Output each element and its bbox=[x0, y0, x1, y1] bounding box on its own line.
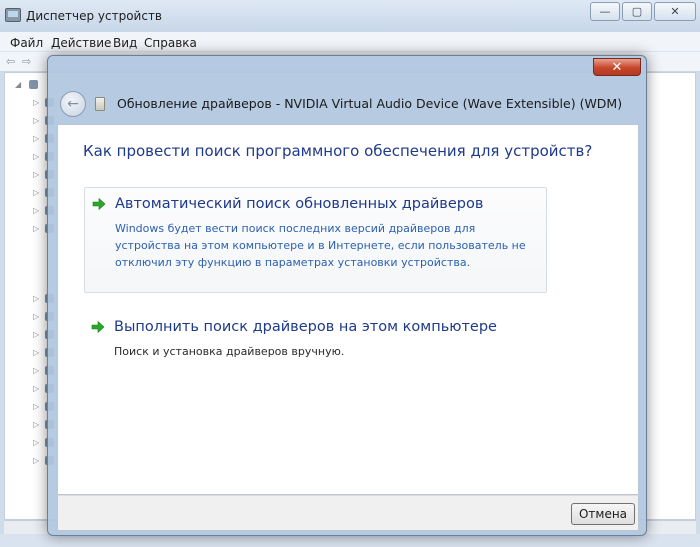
device-manager-icon bbox=[5, 8, 21, 22]
menu-help[interactable]: Справка bbox=[144, 36, 197, 50]
dialog-title: Обновление драйверов - NVIDIA Virtual Au… bbox=[117, 96, 623, 111]
expand-icon[interactable]: ▷ bbox=[33, 348, 39, 357]
expand-icon[interactable]: ▷ bbox=[33, 170, 39, 179]
maximize-button[interactable]: ▢ bbox=[622, 2, 652, 21]
expand-icon[interactable]: ▷ bbox=[33, 312, 39, 321]
expand-icon[interactable]: ▷ bbox=[33, 134, 39, 143]
back-arrow-icon: ← bbox=[67, 96, 79, 112]
expand-icon[interactable]: ▷ bbox=[33, 420, 39, 429]
collapse-icon[interactable]: ◢ bbox=[15, 80, 21, 89]
menu-view[interactable]: Вид bbox=[113, 36, 137, 50]
auto-search-option[interactable]: Автоматический поиск обновленных драйвер… bbox=[84, 187, 547, 293]
driver-icon bbox=[95, 97, 105, 111]
menu-file[interactable]: Файл bbox=[10, 36, 43, 50]
dialog-content: Как провести поиск программного обеспече… bbox=[57, 124, 639, 495]
menu-action[interactable]: Действие bbox=[51, 36, 111, 50]
expand-icon[interactable]: ▷ bbox=[33, 152, 39, 161]
expand-icon[interactable]: ▷ bbox=[33, 366, 39, 375]
menu-bar: Файл Действие Вид Справка bbox=[0, 32, 700, 52]
expand-icon[interactable]: ▷ bbox=[33, 116, 39, 125]
green-arrow-icon bbox=[92, 197, 106, 211]
close-window-button[interactable]: ✕ bbox=[654, 2, 696, 21]
forward-arrow-icon[interactable]: ⇨ bbox=[22, 55, 31, 68]
expand-icon[interactable]: ▷ bbox=[33, 402, 39, 411]
auto-search-description: Windows будет вести поиск последних верс… bbox=[115, 222, 526, 269]
expand-icon[interactable]: ▷ bbox=[33, 224, 39, 233]
cancel-button[interactable]: Отмена bbox=[571, 503, 635, 525]
device-manager-titlebar: Диспетчер устройств — ▢ ✕ bbox=[0, 0, 700, 32]
expand-icon[interactable]: ▷ bbox=[33, 206, 39, 215]
back-arrow-icon[interactable]: ⇦ bbox=[6, 55, 15, 68]
window-controls: — ▢ ✕ bbox=[590, 2, 696, 21]
back-button[interactable]: ← bbox=[60, 91, 86, 117]
expand-icon[interactable]: ▷ bbox=[33, 188, 39, 197]
search-question-heading: Как провести поиск программного обеспече… bbox=[83, 142, 593, 160]
update-drivers-dialog: ✕ ← Обновление драйверов - NVIDIA Virtua… bbox=[47, 55, 647, 536]
manual-search-option[interactable]: Выполнить поиск драйверов на этом компью… bbox=[84, 311, 547, 361]
dialog-header: ← Обновление драйверов - NVIDIA Virtual … bbox=[55, 84, 641, 124]
manual-search-title[interactable]: Выполнить поиск драйверов на этом компью… bbox=[114, 319, 497, 335]
expand-icon[interactable]: ▷ bbox=[33, 294, 39, 303]
manual-search-description: Поиск и установка драйверов вручную. bbox=[114, 345, 345, 358]
expand-icon[interactable]: ▷ bbox=[33, 438, 39, 447]
device-manager-title: Диспетчер устройств bbox=[26, 9, 163, 23]
dialog-close-button[interactable]: ✕ bbox=[593, 58, 641, 76]
computer-icon bbox=[29, 80, 38, 89]
expand-icon[interactable]: ▷ bbox=[33, 456, 39, 465]
minimize-button[interactable]: — bbox=[590, 2, 620, 21]
dialog-footer: Отмена bbox=[57, 495, 639, 531]
expand-icon[interactable]: ▷ bbox=[33, 384, 39, 393]
expand-icon[interactable]: ▷ bbox=[33, 98, 39, 107]
expand-icon[interactable]: ▷ bbox=[33, 330, 39, 339]
green-arrow-icon bbox=[91, 320, 105, 334]
auto-search-title[interactable]: Автоматический поиск обновленных драйвер… bbox=[115, 196, 483, 212]
